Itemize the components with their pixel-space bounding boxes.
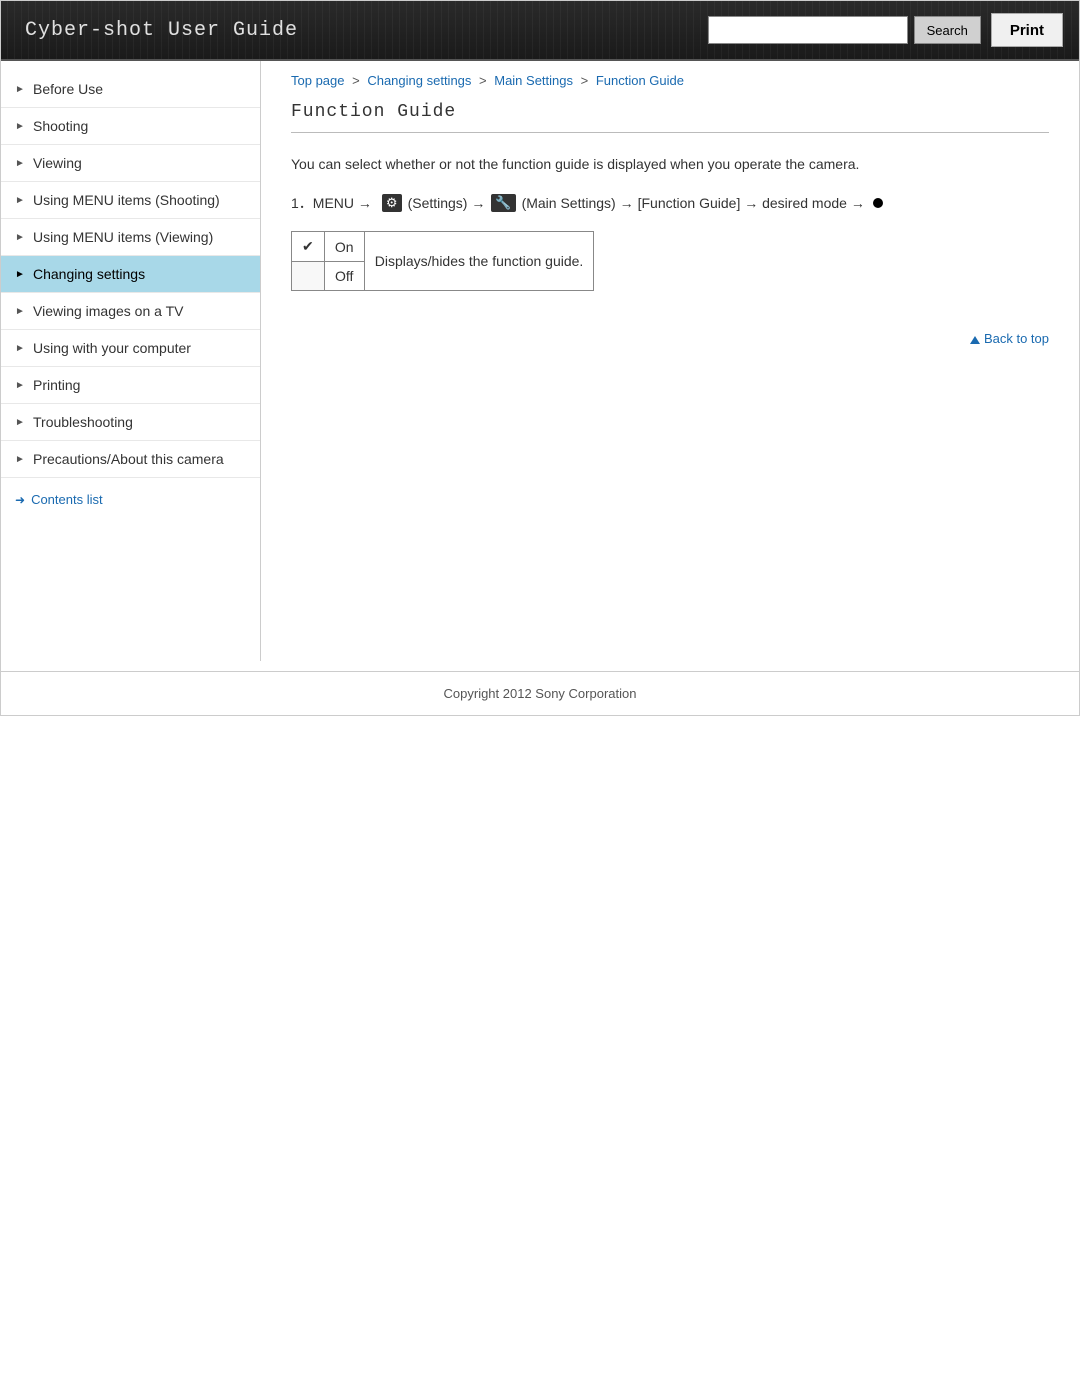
sidebar-item-8[interactable]: ► Printing bbox=[1, 367, 260, 404]
sidebar-arrow-3: ► bbox=[15, 195, 25, 206]
sidebar-label-1: Shooting bbox=[33, 118, 88, 134]
sidebar-label-0: Before Use bbox=[33, 81, 103, 97]
sidebar-arrow-1: ► bbox=[15, 121, 25, 132]
check-cell-1 bbox=[292, 262, 325, 291]
sidebar-arrow-7: ► bbox=[15, 343, 25, 354]
sidebar-arrow-4: ► bbox=[15, 232, 25, 243]
breadcrumb-sep2: > bbox=[475, 73, 490, 88]
sidebar-arrow-9: ► bbox=[15, 417, 25, 428]
sidebar-item-1[interactable]: ► Shooting bbox=[1, 108, 260, 145]
sidebar-arrow-2: ► bbox=[15, 158, 25, 169]
page-title: Function Guide bbox=[291, 102, 1049, 133]
sidebar-label-5: Changing settings bbox=[33, 266, 145, 282]
sidebar-item-9[interactable]: ► Troubleshooting bbox=[1, 404, 260, 441]
settings-icon: ⚙ bbox=[382, 194, 402, 212]
sidebar-item-5[interactable]: ► Changing settings bbox=[1, 256, 260, 293]
back-to-top-icon bbox=[970, 336, 980, 344]
sidebar-item-7[interactable]: ► Using with your computer bbox=[1, 330, 260, 367]
function-table: ✔ On Displays/hides the function guide. … bbox=[291, 231, 594, 291]
breadcrumb-sep1: > bbox=[349, 73, 364, 88]
settings-icon-label: (Settings) → bbox=[408, 195, 486, 211]
sidebar-label-3: Using MENU items (Shooting) bbox=[33, 192, 220, 208]
sidebar-arrow-10: ► bbox=[15, 454, 25, 465]
copyright: Copyright 2012 Sony Corporation bbox=[444, 686, 637, 701]
contents-list-label: Contents list bbox=[31, 492, 103, 507]
step-instruction: 1．MENU → ⚙ (Settings) → 🔧 (Main Settings… bbox=[291, 193, 1049, 213]
step-tail: [Function Guide] → desired mode → bbox=[638, 195, 865, 211]
sidebar-arrow-8: ► bbox=[15, 380, 25, 391]
search-input[interactable] bbox=[708, 16, 908, 44]
check-cell-0: ✔ bbox=[292, 232, 325, 262]
main-settings-icon: 🔧 bbox=[491, 194, 515, 212]
sidebar-item-3[interactable]: ► Using MENU items (Shooting) bbox=[1, 182, 260, 219]
sidebar-label-10: Precautions/About this camera bbox=[33, 451, 224, 467]
sidebar-arrow-0: ► bbox=[15, 84, 25, 95]
sidebar-label-4: Using MENU items (Viewing) bbox=[33, 229, 213, 245]
table-row-0: ✔ On Displays/hides the function guide. bbox=[292, 232, 594, 262]
mode-cell-0: On bbox=[324, 232, 364, 262]
breadcrumb-top-page[interactable]: Top page bbox=[291, 73, 345, 88]
bullet-circle-icon bbox=[873, 198, 883, 208]
sidebar-label-9: Troubleshooting bbox=[33, 414, 133, 430]
breadcrumb: Top page > Changing settings > Main Sett… bbox=[291, 61, 1049, 102]
breadcrumb-current: Function Guide bbox=[596, 73, 684, 88]
sidebar-item-6[interactable]: ► Viewing images on a TV bbox=[1, 293, 260, 330]
breadcrumb-main-settings[interactable]: Main Settings bbox=[494, 73, 573, 88]
footer: Copyright 2012 Sony Corporation bbox=[1, 671, 1079, 715]
search-area: Search Print bbox=[708, 13, 1079, 47]
main-container: ► Before Use ► Shooting ► Viewing ► Using MENU … bbox=[1, 61, 1079, 661]
search-button[interactable]: Search bbox=[914, 16, 981, 44]
sidebar-item-4[interactable]: ► Using MENU items (Viewing) bbox=[1, 219, 260, 256]
sidebar-arrow-5: ► bbox=[15, 269, 25, 280]
sidebar-arrow-6: ► bbox=[15, 306, 25, 317]
site-title: Cyber-shot User Guide bbox=[1, 19, 708, 42]
breadcrumb-sep3: > bbox=[577, 73, 592, 88]
main-settings-icon-label: (Main Settings) → bbox=[522, 195, 634, 211]
sidebar-items-container: ► Before Use ► Shooting ► Viewing ► Using MENU … bbox=[1, 71, 260, 478]
back-to-top[interactable]: Back to top bbox=[291, 321, 1049, 346]
content-area: Top page > Changing settings > Main Sett… bbox=[261, 61, 1079, 661]
contents-list-link[interactable]: ➜ Contents list bbox=[1, 482, 260, 517]
sidebar-item-2[interactable]: ► Viewing bbox=[1, 145, 260, 182]
breadcrumb-changing-settings[interactable]: Changing settings bbox=[367, 73, 471, 88]
sidebar: ► Before Use ► Shooting ► Viewing ► Using MENU … bbox=[1, 61, 261, 661]
step-number: 1．MENU → bbox=[291, 193, 372, 213]
header: Cyber-shot User Guide Search Print bbox=[1, 1, 1079, 61]
sidebar-item-10[interactable]: ► Precautions/About this camera bbox=[1, 441, 260, 478]
content-body: You can select whether or not the functi… bbox=[291, 153, 1049, 175]
sidebar-label-7: Using with your computer bbox=[33, 340, 191, 356]
contents-list-arrow-icon: ➜ bbox=[15, 493, 25, 507]
desc-cell: Displays/hides the function guide. bbox=[364, 232, 594, 291]
print-button[interactable]: Print bbox=[991, 13, 1063, 47]
back-to-top-label: Back to top bbox=[984, 331, 1049, 346]
sidebar-label-6: Viewing images on a TV bbox=[33, 303, 183, 319]
mode-cell-1: Off bbox=[324, 262, 364, 291]
sidebar-label-2: Viewing bbox=[33, 155, 82, 171]
sidebar-label-8: Printing bbox=[33, 377, 80, 393]
content-description: You can select whether or not the functi… bbox=[291, 156, 859, 172]
sidebar-item-0[interactable]: ► Before Use bbox=[1, 71, 260, 108]
